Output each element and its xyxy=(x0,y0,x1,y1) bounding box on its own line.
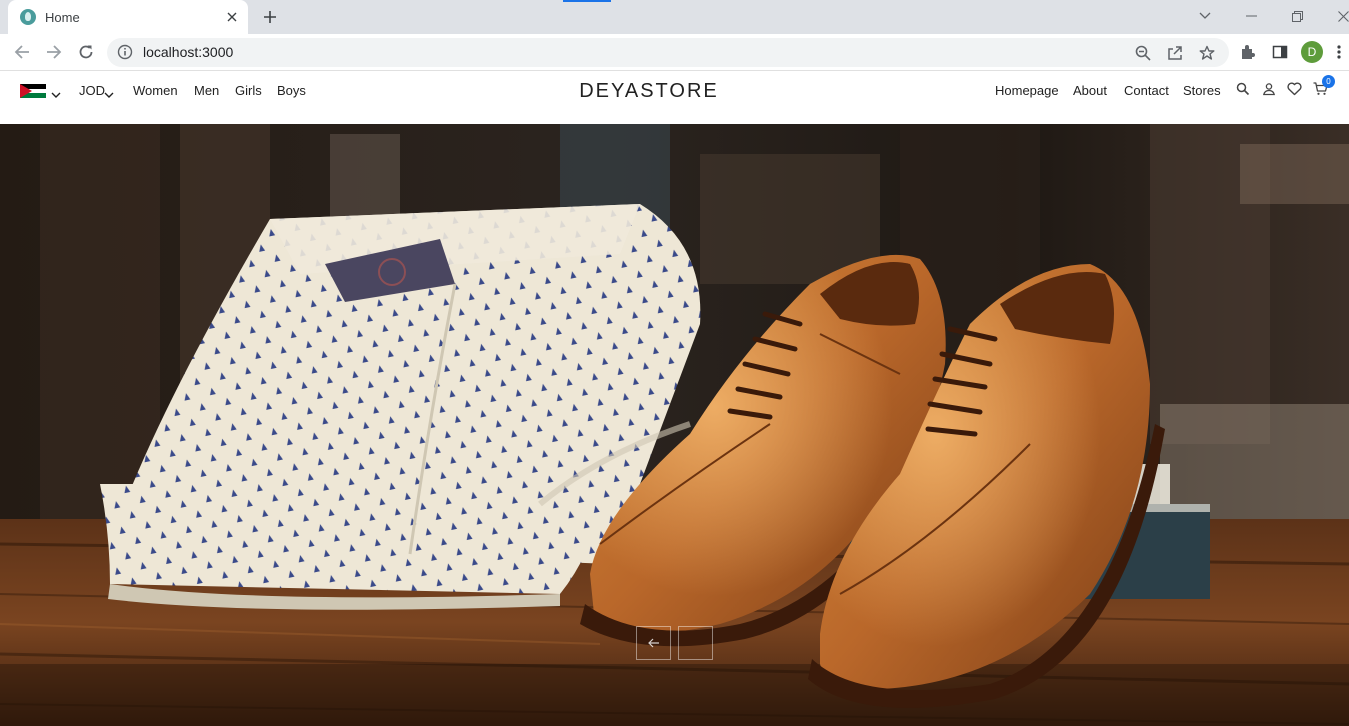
site-favicon-icon xyxy=(20,9,36,25)
zoom-icon[interactable] xyxy=(1132,42,1154,64)
address-bar[interactable]: localhost:3000 xyxy=(107,38,1229,67)
tab-title: Home xyxy=(45,9,80,25)
nav-link-homepage[interactable]: Homepage xyxy=(995,83,1059,98)
nav-link-about[interactable]: About xyxy=(1073,83,1107,98)
browser-menu-icon[interactable] xyxy=(1330,38,1348,66)
site-info-icon[interactable] xyxy=(117,44,133,60)
hero-image-shirts-and-shoes xyxy=(0,124,1349,726)
hero-banner xyxy=(0,124,1349,726)
new-tab-button[interactable] xyxy=(259,6,281,28)
extensions-puzzle-icon[interactable] xyxy=(1234,38,1262,66)
user-account-icon[interactable] xyxy=(1262,82,1278,98)
wishlist-heart-icon[interactable] xyxy=(1287,82,1303,98)
nav-link-stores[interactable]: Stores xyxy=(1183,83,1221,98)
bookmark-star-icon[interactable] xyxy=(1196,42,1218,64)
browser-toolbar: localhost:3000 D xyxy=(0,34,1349,71)
reload-icon[interactable] xyxy=(72,38,100,66)
close-window-button[interactable] xyxy=(1330,5,1349,27)
browser-tab-strip: Home xyxy=(0,0,1349,34)
profile-avatar[interactable]: D xyxy=(1301,41,1323,63)
slider-next-button[interactable] xyxy=(678,626,713,660)
nav-link-contact[interactable]: Contact xyxy=(1124,83,1169,98)
share-icon[interactable] xyxy=(1164,42,1186,64)
tab-loading-indicator xyxy=(563,0,611,2)
cart-count-badge: 0 xyxy=(1322,75,1335,88)
browser-tab[interactable]: Home xyxy=(8,0,248,34)
slider-prev-button[interactable] xyxy=(636,626,671,660)
back-arrow-icon[interactable] xyxy=(8,38,36,66)
close-tab-icon[interactable] xyxy=(222,7,242,27)
side-panel-icon[interactable] xyxy=(1266,38,1294,66)
restore-window-button[interactable] xyxy=(1284,5,1310,27)
minimize-window-button[interactable] xyxy=(1238,5,1264,27)
search-icon[interactable] xyxy=(1236,82,1252,98)
forward-arrow-icon[interactable] xyxy=(40,38,68,66)
site-header: JOD Women Men Girls Boys DEYASTORE Homep… xyxy=(0,71,1349,124)
url-text: localhost:3000 xyxy=(143,44,234,60)
tab-search-chevron-icon[interactable] xyxy=(1192,5,1218,27)
